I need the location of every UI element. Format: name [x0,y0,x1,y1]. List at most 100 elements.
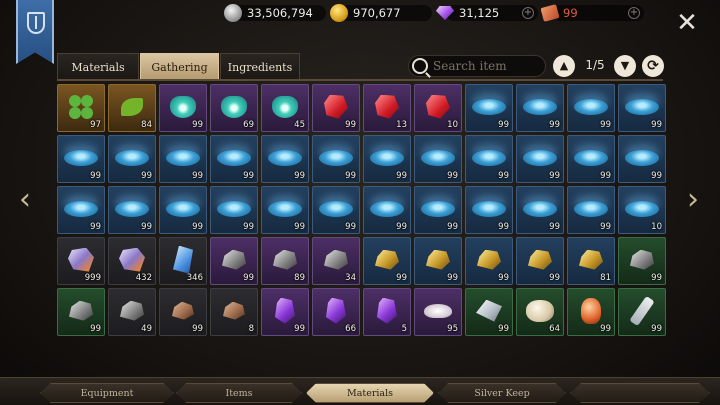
inventory-slot[interactable]: 99 [516,135,564,183]
item-quantity: 99 [549,222,560,232]
item-quantity: 99 [498,171,509,181]
inventory-slot[interactable]: 99 [159,288,207,336]
inventory-slot[interactable]: 99 [567,84,615,132]
bottom-tab-materials[interactable]: Materials [306,383,434,403]
inventory-slot[interactable]: 99 [159,135,207,183]
inventory-slot[interactable]: 432 [108,237,156,285]
inventory-slot[interactable]: 99 [210,135,258,183]
add-tickets-button[interactable]: + [628,7,640,19]
inventory-slot[interactable]: 99 [363,186,411,234]
inventory-slot[interactable]: 99 [618,288,666,336]
inventory-slot[interactable]: 99 [57,135,105,183]
inventory-slot[interactable]: 99 [108,135,156,183]
inventory-slot[interactable]: 97 [57,84,105,132]
crystal-b-icon [173,245,193,274]
ruby-icon [426,94,450,119]
inventory-slot[interactable]: 10 [414,84,462,132]
item-quantity: 99 [294,324,305,334]
inventory-slot[interactable]: 99 [159,186,207,234]
inventory-slot[interactable]: 99 [516,84,564,132]
inventory-slot[interactable]: 99 [261,135,309,183]
inventory-slot[interactable]: 99 [312,135,360,183]
inventory-slot[interactable]: 99 [261,186,309,234]
search-input[interactable]: Search item [408,55,546,77]
inventory-slot[interactable]: 95 [414,288,462,336]
tab-ingredients[interactable]: Ingredients [220,53,300,80]
inventory-slot[interactable]: 99 [261,288,309,336]
item-quantity: 81 [600,273,611,283]
inventory-slot[interactable]: 45 [261,84,309,132]
item-quantity: 10 [651,222,662,232]
guild-banner[interactable] [16,0,54,64]
inventory-slot[interactable]: 99 [159,84,207,132]
inventory-slot[interactable]: 99 [465,186,513,234]
inventory-slot[interactable]: 81 [567,237,615,285]
inventory-slot[interactable]: 99 [618,84,666,132]
inventory-slot[interactable]: 99 [465,84,513,132]
inventory-slot[interactable]: 999 [57,237,105,285]
water-icon [421,200,455,217]
inventory-slot[interactable]: 8 [210,288,258,336]
inventory-slot[interactable]: 13 [363,84,411,132]
water-icon [166,200,200,217]
add-gems-button[interactable]: + [522,7,534,19]
inventory-slot[interactable]: 34 [312,237,360,285]
gold-amount: 970,677 [353,6,401,20]
ore-c-icon [172,301,194,320]
chevron-right-icon[interactable]: › [682,183,704,217]
inventory-slot[interactable]: 99 [567,186,615,234]
inventory-slot[interactable]: 99 [363,237,411,285]
inventory-slot[interactable]: 346 [159,237,207,285]
inventory-slot[interactable]: 99 [210,186,258,234]
inventory-slot[interactable]: 99 [108,186,156,234]
inventory-slot[interactable]: 64 [516,288,564,336]
bottom-tab-silver-keep[interactable]: Silver Keep [438,383,566,403]
inventory-slot[interactable]: 99 [312,186,360,234]
item-quantity: 66 [345,324,356,334]
close-icon[interactable]: ✕ [676,10,698,36]
chevron-left-icon[interactable]: ‹ [14,183,36,217]
page-up-button[interactable]: ▲ [553,55,575,77]
refresh-button[interactable]: ⟳ [642,55,664,77]
bottom-tab-items[interactable]: Items [176,383,302,403]
inventory-slot[interactable]: 99 [516,186,564,234]
item-quantity: 69 [243,120,254,130]
inventory-slot[interactable]: 99 [210,237,258,285]
item-quantity: 99 [549,171,560,181]
item-quantity: 99 [498,324,509,334]
inventory-slot[interactable]: 99 [414,135,462,183]
inventory-slot[interactable]: 84 [108,84,156,132]
bottom-tab-locked[interactable] [570,383,710,403]
inventory-slot[interactable]: 69 [210,84,258,132]
inventory-slot[interactable]: 99 [414,237,462,285]
inventory-slot[interactable]: 99 [312,84,360,132]
inventory-slot[interactable]: 99 [618,237,666,285]
inventory-slot[interactable]: 66 [312,288,360,336]
inventory-slot[interactable]: 99 [465,135,513,183]
tab-materials[interactable]: Materials [57,53,139,80]
inventory-slot[interactable]: 99 [57,186,105,234]
bottom-tab-equipment[interactable]: Equipment [40,383,174,403]
teal-icon [221,95,247,118]
inventory-slot[interactable]: 49 [108,288,156,336]
inventory-slot[interactable]: 99 [567,288,615,336]
inventory-slot[interactable]: 89 [261,237,309,285]
ore-s-icon [324,249,348,270]
inventory-slot[interactable]: 99 [516,237,564,285]
shard-icon [476,299,502,322]
tab-gathering[interactable]: Gathering [140,53,219,80]
page-down-button[interactable]: ▼ [614,55,636,77]
inventory-slot[interactable]: 99 [57,288,105,336]
inventory-slot[interactable]: 99 [465,288,513,336]
inventory-slot[interactable]: 99 [414,186,462,234]
inventory-slot[interactable]: 99 [465,237,513,285]
ticket-currency: 99 [540,3,644,23]
inventory-slot[interactable]: 10 [618,186,666,234]
inventory-slot[interactable]: 99 [567,135,615,183]
item-quantity: 99 [141,171,152,181]
inventory-slot[interactable]: 5 [363,288,411,336]
water-icon [268,149,302,166]
search-icon [412,58,428,74]
inventory-slot[interactable]: 99 [618,135,666,183]
inventory-slot[interactable]: 99 [363,135,411,183]
